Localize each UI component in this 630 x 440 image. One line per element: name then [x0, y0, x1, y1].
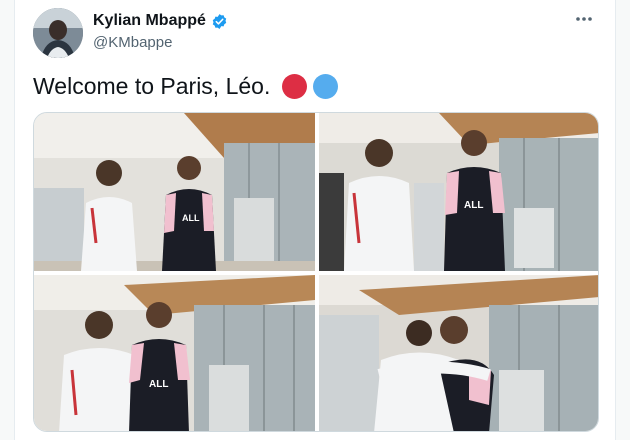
blue-circle-emoji [313, 74, 339, 99]
tweet-text: Welcome to Paris, Léo. [33, 73, 271, 99]
photo-1[interactable]: ALL [34, 113, 315, 271]
svg-text:ALL: ALL [149, 379, 168, 390]
tweet-card: Kylian Mbappé @KMbappe Welcome to Paris,… [14, 0, 616, 440]
name-row: Kylian Mbappé [93, 12, 228, 30]
photo-2[interactable]: ALL [319, 113, 598, 271]
svg-text:ALL: ALL [182, 213, 200, 223]
verified-badge-icon [211, 13, 228, 30]
red-circle-emoji [282, 74, 308, 99]
user-handle[interactable]: @KMbappe [93, 34, 172, 51]
photo-3[interactable]: ALL [34, 275, 315, 431]
photo-4[interactable] [319, 275, 598, 431]
svg-text:ALL: ALL [464, 200, 483, 211]
display-name[interactable]: Kylian Mbappé [93, 12, 206, 30]
more-options-icon[interactable] [573, 10, 595, 28]
avatar[interactable] [33, 8, 83, 58]
media-grid: ALL ALL ALL [33, 112, 599, 432]
tweet-text-row: Welcome to Paris, Léo. [33, 73, 339, 100]
